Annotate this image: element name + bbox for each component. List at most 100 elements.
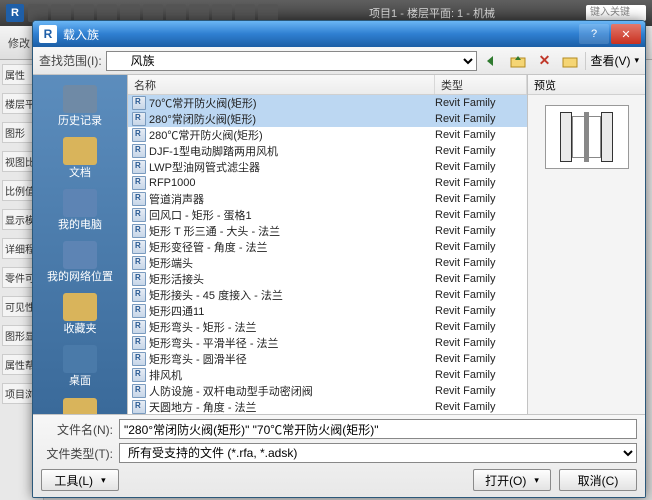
rfa-file-icon [132, 128, 146, 142]
dialog-bottom: 文件名(N): 文件类型(T): 所有受支持的文件 (*.rfa, *.adsk… [33, 414, 645, 497]
place-label: 我的电脑 [58, 219, 102, 231]
filename-input[interactable] [119, 419, 637, 439]
dialog-title: 载入族 [63, 26, 579, 43]
filetype-select[interactable]: 所有受支持的文件 (*.rfa, *.adsk) [119, 443, 637, 463]
place-label: 文档 [69, 167, 91, 179]
rfa-file-icon [132, 272, 146, 286]
file-type: Revit Family [435, 209, 527, 221]
place-item[interactable]: 我的网络位置 [38, 237, 122, 287]
file-row[interactable]: 280℃常开防火阀(矩形)Revit Family [128, 127, 527, 143]
file-name: 矩形接头 - 45 度接入 - 法兰 [149, 287, 435, 303]
cancel-button[interactable]: 取消(C) [559, 469, 637, 491]
dialog-app-icon: R [39, 25, 57, 43]
new-folder-icon[interactable] [559, 51, 581, 71]
lookin-label: 查找范围(I): [39, 52, 102, 69]
up-folder-icon[interactable] [507, 51, 529, 71]
ribbon-modify[interactable]: 修改 [8, 35, 30, 51]
open-button[interactable]: 打开(O) [473, 469, 551, 491]
file-name: 矩形弯头 - 矩形 - 法兰 [149, 319, 435, 335]
file-type: Revit Family [435, 193, 527, 205]
rfa-file-icon [132, 208, 146, 222]
rfa-file-icon [132, 96, 146, 110]
file-name: 矩形活接头 [149, 271, 435, 287]
place-label: 桌面 [69, 375, 91, 387]
preview-image [528, 95, 645, 414]
file-row[interactable]: 回风口 - 矩形 - 蛋格1Revit Family [128, 207, 527, 223]
place-label: 收藏夹 [64, 323, 97, 335]
place-icon [63, 189, 97, 217]
preview-pane: 预览 [527, 75, 645, 414]
rfa-file-icon [132, 224, 146, 238]
filetype-label: 文件类型(T): [41, 445, 113, 462]
rfa-file-icon [132, 192, 146, 206]
preview-label: 预览 [528, 75, 645, 95]
file-row[interactable]: 矩形弯头 - 圆滑半径Revit Family [128, 351, 527, 367]
file-name: 回风口 - 矩形 - 蛋格1 [149, 207, 435, 223]
file-row[interactable]: 矩形 T 形三通 - 大头 - 法兰Revit Family [128, 223, 527, 239]
file-type: Revit Family [435, 177, 527, 189]
rfa-file-icon [132, 240, 146, 254]
back-icon[interactable] [481, 51, 503, 71]
file-name: 天圆地方 - 角度 - 法兰 [149, 399, 435, 414]
lookin-select[interactable]: 风族 [106, 51, 478, 71]
file-row[interactable]: 矩形活接头Revit Family [128, 271, 527, 287]
place-item[interactable]: 文档 [38, 133, 122, 183]
place-item[interactable]: 收藏夹 [38, 289, 122, 339]
dialog-titlebar[interactable]: R 载入族 ? ✕ [33, 21, 645, 47]
file-type: Revit Family [435, 289, 527, 301]
file-name: 280℃常开防火阀(矩形) [149, 127, 435, 143]
file-row[interactable]: DJF-1型电动脚踏两用风机Revit Family [128, 143, 527, 159]
file-name: 70℃常开防火阀(矩形) [149, 95, 435, 111]
file-name: RFP1000 [149, 177, 435, 189]
file-name: 矩形弯头 - 平滑半径 - 法兰 [149, 335, 435, 351]
file-row[interactable]: 矩形弯头 - 矩形 - 法兰Revit Family [128, 319, 527, 335]
close-button[interactable]: ✕ [611, 24, 641, 44]
file-type: Revit Family [435, 385, 527, 397]
place-icon [63, 345, 97, 373]
place-item[interactable]: 我的电脑 [38, 185, 122, 235]
file-type: Revit Family [435, 129, 527, 141]
document-title: 项目1 - 楼层平面: 1 - 机械 [282, 5, 582, 21]
rfa-file-icon [132, 400, 146, 414]
file-row[interactable]: 矩形四通11Revit Family [128, 303, 527, 319]
file-row[interactable]: 人防设施 - 双杆电动型手动密闭阀Revit Family [128, 383, 527, 399]
file-row[interactable]: 管道消声器Revit Family [128, 191, 527, 207]
file-type: Revit Family [435, 321, 527, 333]
file-type: Revit Family [435, 337, 527, 349]
place-label: 我的网络位置 [47, 271, 113, 283]
delete-icon[interactable]: ✕ [533, 51, 555, 71]
place-item[interactable]: 桌面 [38, 341, 122, 391]
file-row[interactable]: 矩形端头Revit Family [128, 255, 527, 271]
view-menu[interactable]: 查看(V) [590, 52, 630, 69]
place-item[interactable]: Metric Library [38, 394, 122, 414]
file-type: Revit Family [435, 225, 527, 237]
help-button[interactable]: ? [579, 24, 609, 44]
col-header-type[interactable]: 类型 [435, 75, 527, 94]
file-type: Revit Family [435, 97, 527, 109]
file-row[interactable]: LWP型油网管式滤尘器Revit Family [128, 159, 527, 175]
file-row[interactable]: 矩形变径管 - 角度 - 法兰Revit Family [128, 239, 527, 255]
place-item[interactable]: 历史记录 [38, 81, 122, 131]
file-row[interactable]: 矩形弯头 - 平滑半径 - 法兰Revit Family [128, 335, 527, 351]
file-row[interactable]: 70℃常开防火阀(矩形)Revit Family [128, 95, 527, 111]
file-type: Revit Family [435, 145, 527, 157]
place-icon [63, 137, 97, 165]
file-type: Revit Family [435, 161, 527, 173]
file-row[interactable]: RFP1000Revit Family [128, 175, 527, 191]
rfa-file-icon [132, 144, 146, 158]
rfa-file-icon [132, 288, 146, 302]
file-row[interactable]: 天圆地方 - 角度 - 法兰Revit Family [128, 399, 527, 414]
rfa-file-icon [132, 368, 146, 382]
places-bar: 历史记录文档我的电脑我的网络位置收藏夹桌面Metric LibraryMetri… [33, 75, 127, 414]
file-row[interactable]: 排风机Revit Family [128, 367, 527, 383]
tools-button[interactable]: 工具(L) [41, 469, 119, 491]
file-row[interactable]: 280°常闭防火阀(矩形)Revit Family [128, 111, 527, 127]
file-list[interactable]: 70℃常开防火阀(矩形)Revit Family280°常闭防火阀(矩形)Rev… [128, 95, 527, 414]
help-search[interactable]: 键入关键 [586, 5, 646, 21]
file-name: 矩形端头 [149, 255, 435, 271]
file-row[interactable]: 矩形接头 - 45 度接入 - 法兰Revit Family [128, 287, 527, 303]
col-header-name[interactable]: 名称 [128, 75, 435, 94]
rfa-file-icon [132, 352, 146, 366]
place-icon [63, 85, 97, 113]
file-name: 矩形 T 形三通 - 大头 - 法兰 [149, 223, 435, 239]
